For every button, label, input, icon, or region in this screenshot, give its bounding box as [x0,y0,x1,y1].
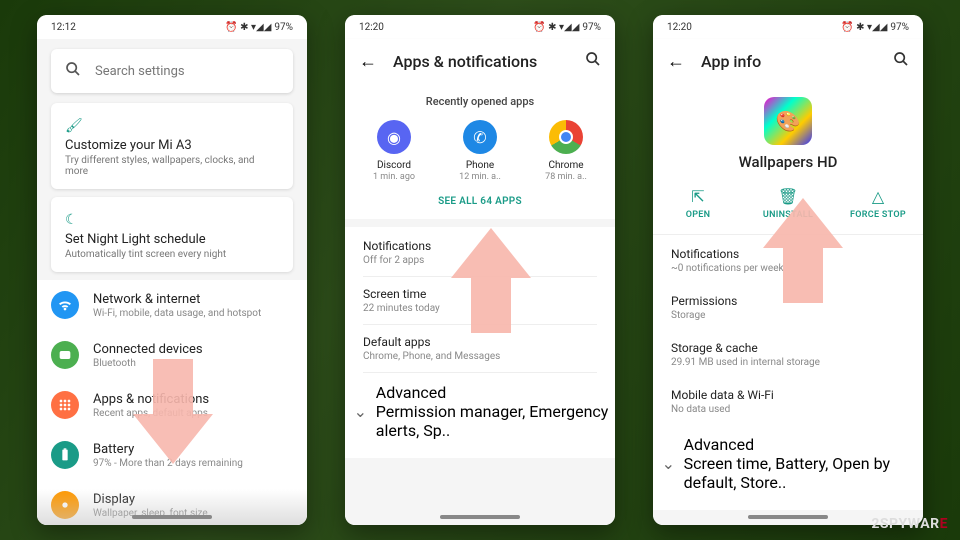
search-icon[interactable] [893,51,909,71]
status-battery: 97% [274,22,293,33]
nav-bar[interactable] [132,515,212,519]
app-header: 🎨 Wallpapers HD [653,83,923,181]
app-bar: ← App info [653,39,923,83]
status-icons: ⏰ ✱ ▾◢◢ [841,22,887,33]
warning-icon: △ [833,187,923,206]
watermark: 2SPYWARE [871,516,948,532]
option-row[interactable]: Default appsChrome, Phone, and Messages [345,325,615,372]
phone-apps-notifications: 12:20 ⏰ ✱ ▾◢◢97% ← Apps & notifications … [345,15,615,525]
status-time: 12:20 [667,22,692,33]
nav-bar[interactable] [748,515,828,519]
brush-icon: 🖌 [65,118,83,134]
phone-settings-main: 12:12 ⏰ ✱ ▾◢◢97% Search settings 🖌 Custo… [37,15,307,525]
advanced-row[interactable]: ⌄AdvancedScreen time, Battery, Open by d… [653,425,923,502]
page-title: Apps & notifications [393,52,569,71]
open-icon: ⇱ [653,187,743,206]
option-row[interactable]: Screen time22 minutes today [345,277,615,324]
settings-item-grid[interactable]: Apps & notificationsRecent apps, default… [37,380,307,430]
status-icons: ⏰ ✱ ▾◢◢ [225,22,271,33]
option-row[interactable]: Mobile data & Wi-FiNo data used [653,378,923,425]
see-all-apps-button[interactable]: SEE ALL 64 APPS [345,182,615,211]
app-icon: 🎨 [764,97,812,145]
uninstall-button[interactable]: 🗑 UNINSTALL [743,187,833,220]
status-icons: ⏰ ✱ ▾◢◢ [533,22,579,33]
page-title: App info [701,52,877,71]
search-settings[interactable]: Search settings [51,49,293,93]
options-section: NotificationsOff for 2 appsScreen time22… [345,227,615,458]
search-icon[interactable] [585,51,601,71]
status-bar: 12:20 ⏰ ✱ ▾◢◢97% [345,15,615,39]
action-row: ⇱ OPEN 🗑 UNINSTALL △ FORCE STOP [653,181,923,235]
batt-icon [51,441,79,469]
option-row[interactable]: Notifications~0 notifications per week [653,237,923,284]
status-time: 12:12 [51,22,76,33]
nav-bar[interactable] [440,515,520,519]
moon-icon: ☾ [65,212,78,228]
status-bar: 12:20 ⏰ ✱ ▾◢◢97% [653,15,923,39]
status-battery: 97% [890,22,909,33]
recent-apps-label: Recently opened apps [345,95,615,108]
force-stop-button[interactable]: △ FORCE STOP [833,187,923,220]
suggestion-night-light[interactable]: ☾ Set Night Light schedule Automatically… [51,197,293,272]
phone-app-info: 12:20 ⏰ ✱ ▾◢◢97% ← App info 🎨 Wallpapers… [653,15,923,525]
search-placeholder: Search settings [95,64,185,79]
option-row[interactable]: NotificationsOff for 2 apps [345,229,615,276]
advanced-row[interactable]: ⌄AdvancedPermission manager, Emergency a… [345,373,615,450]
settings-item-batt[interactable]: Battery97% - More than 2 days remaining [37,430,307,480]
recent-app-chrome[interactable]: Chrome 78 min. a.. [531,120,601,182]
chevron-down-icon: ⌄ [653,454,684,473]
grid-icon [51,391,79,419]
trash-icon: 🗑 [743,187,833,206]
app-icon [549,120,583,154]
recent-apps-section: Recently opened apps ◉ Discord 1 min. ag… [345,83,615,219]
chevron-down-icon: ⌄ [345,402,376,421]
app-name: Wallpapers HD [653,153,923,171]
option-row[interactable]: Storage & cache29.91 MB used in internal… [653,331,923,378]
link-icon [51,341,79,369]
option-row[interactable]: PermissionsStorage [653,284,923,331]
back-icon[interactable]: ← [667,51,685,72]
app-icon: ◉ [377,120,411,154]
status-bar: 12:12 ⏰ ✱ ▾◢◢97% [37,15,307,39]
recent-app-discord[interactable]: ◉ Discord 1 min. ago [359,120,429,182]
back-icon[interactable]: ← [359,51,377,72]
app-icon: ✆ [463,120,497,154]
open-button[interactable]: ⇱ OPEN [653,187,743,220]
suggestion-customize[interactable]: 🖌 Customize your Mi A3 Try different sty… [51,103,293,189]
wifi-icon [51,291,79,319]
settings-item-link[interactable]: Connected devicesBluetooth [37,330,307,380]
status-battery: 97% [582,22,601,33]
settings-item-wifi[interactable]: Network & internetWi-Fi, mobile, data us… [37,280,307,330]
app-bar: ← Apps & notifications [345,39,615,83]
recent-app-phone[interactable]: ✆ Phone 12 min. a.. [445,120,515,182]
search-icon [65,61,81,81]
status-time: 12:20 [359,22,384,33]
